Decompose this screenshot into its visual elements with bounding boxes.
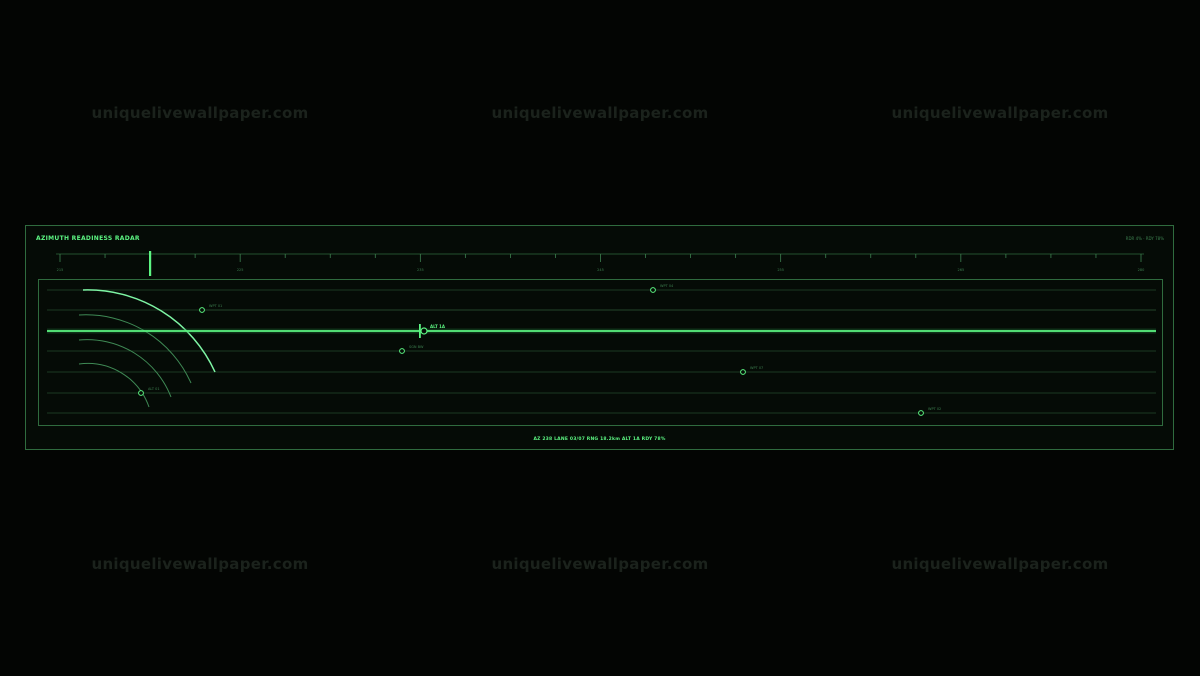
- target-alt-01[interactable]: ALT 01: [138, 387, 160, 396]
- ruler-ticks: [59, 254, 1142, 262]
- ruler-tick-label: 265: [957, 268, 964, 272]
- watermark-text: uniquelivewallpaper.com: [491, 104, 709, 122]
- sweep-arc: [78, 314, 192, 384]
- cursor-label: ALT 1A: [430, 324, 446, 329]
- target-marker: [138, 390, 144, 396]
- target-marker: [199, 307, 205, 313]
- watermark-text: uniquelivewallpaper.com: [491, 555, 709, 573]
- target-marker: [399, 348, 405, 354]
- azimuth-marker[interactable]: [149, 251, 152, 276]
- target-marker: [918, 410, 924, 416]
- target-wpt-07[interactable]: WPT 07: [740, 366, 764, 375]
- target-wpt-01[interactable]: WPT 01: [199, 304, 1156, 313]
- target-label: WPT 01: [209, 304, 222, 308]
- target-label: WPT 02: [928, 407, 941, 411]
- watermark-text: uniquelivewallpaper.com: [91, 555, 309, 573]
- azimuth-radar-panel: AZIMUTH READINESS RADAR RDR 4% · RDY 78%…: [25, 225, 1174, 450]
- target-label: WPT 04: [660, 284, 674, 288]
- ruler-tick-label: 215: [57, 268, 64, 272]
- lane-lines: [47, 289, 1156, 414]
- watermark-text: uniquelivewallpaper.com: [91, 104, 309, 122]
- ruler-labels: 215 225 235 245 255 265 280: [57, 268, 1145, 272]
- target-wpt-04[interactable]: WPT 04: [650, 284, 674, 293]
- target-label: ALT 01: [148, 387, 160, 391]
- sweep-arc: [78, 362, 150, 408]
- watermark-text: uniquelivewallpaper.com: [891, 555, 1109, 573]
- ruler-tick-label: 245: [597, 268, 604, 272]
- sweep-arcs: [78, 289, 216, 408]
- watermark-text: uniquelivewallpaper.com: [891, 104, 1109, 122]
- target-marker: [650, 287, 656, 293]
- target-label: WPT 07: [750, 366, 763, 370]
- ruler-tick-label: 235: [417, 268, 424, 272]
- target-sgn-bw[interactable]: SGN BW: [399, 345, 424, 354]
- ruler-tick-label: 225: [237, 268, 244, 272]
- target-label: SGN BW: [409, 345, 424, 349]
- target-marker: [740, 369, 746, 375]
- radar-scope[interactable]: ALT 1A WPT 01 WPT 04 SGN BW WPT 07 ALT 0…: [38, 279, 1163, 426]
- cursor-node[interactable]: [420, 327, 428, 335]
- azimuth-ruler[interactable]: 215 225 235 245 255 265 280: [26, 226, 1175, 278]
- ruler-tick-label: 255: [777, 268, 784, 272]
- ruler-tick-label: 280: [1138, 268, 1145, 272]
- status-readout: AZ 238 LANE 03/07 RNG 18.2km ALT 1A RDY …: [533, 437, 666, 442]
- target-wpt-02[interactable]: WPT 02: [918, 407, 942, 416]
- scope-svg: ALT 1A WPT 01 WPT 04 SGN BW WPT 07 ALT 0…: [47, 284, 1156, 416]
